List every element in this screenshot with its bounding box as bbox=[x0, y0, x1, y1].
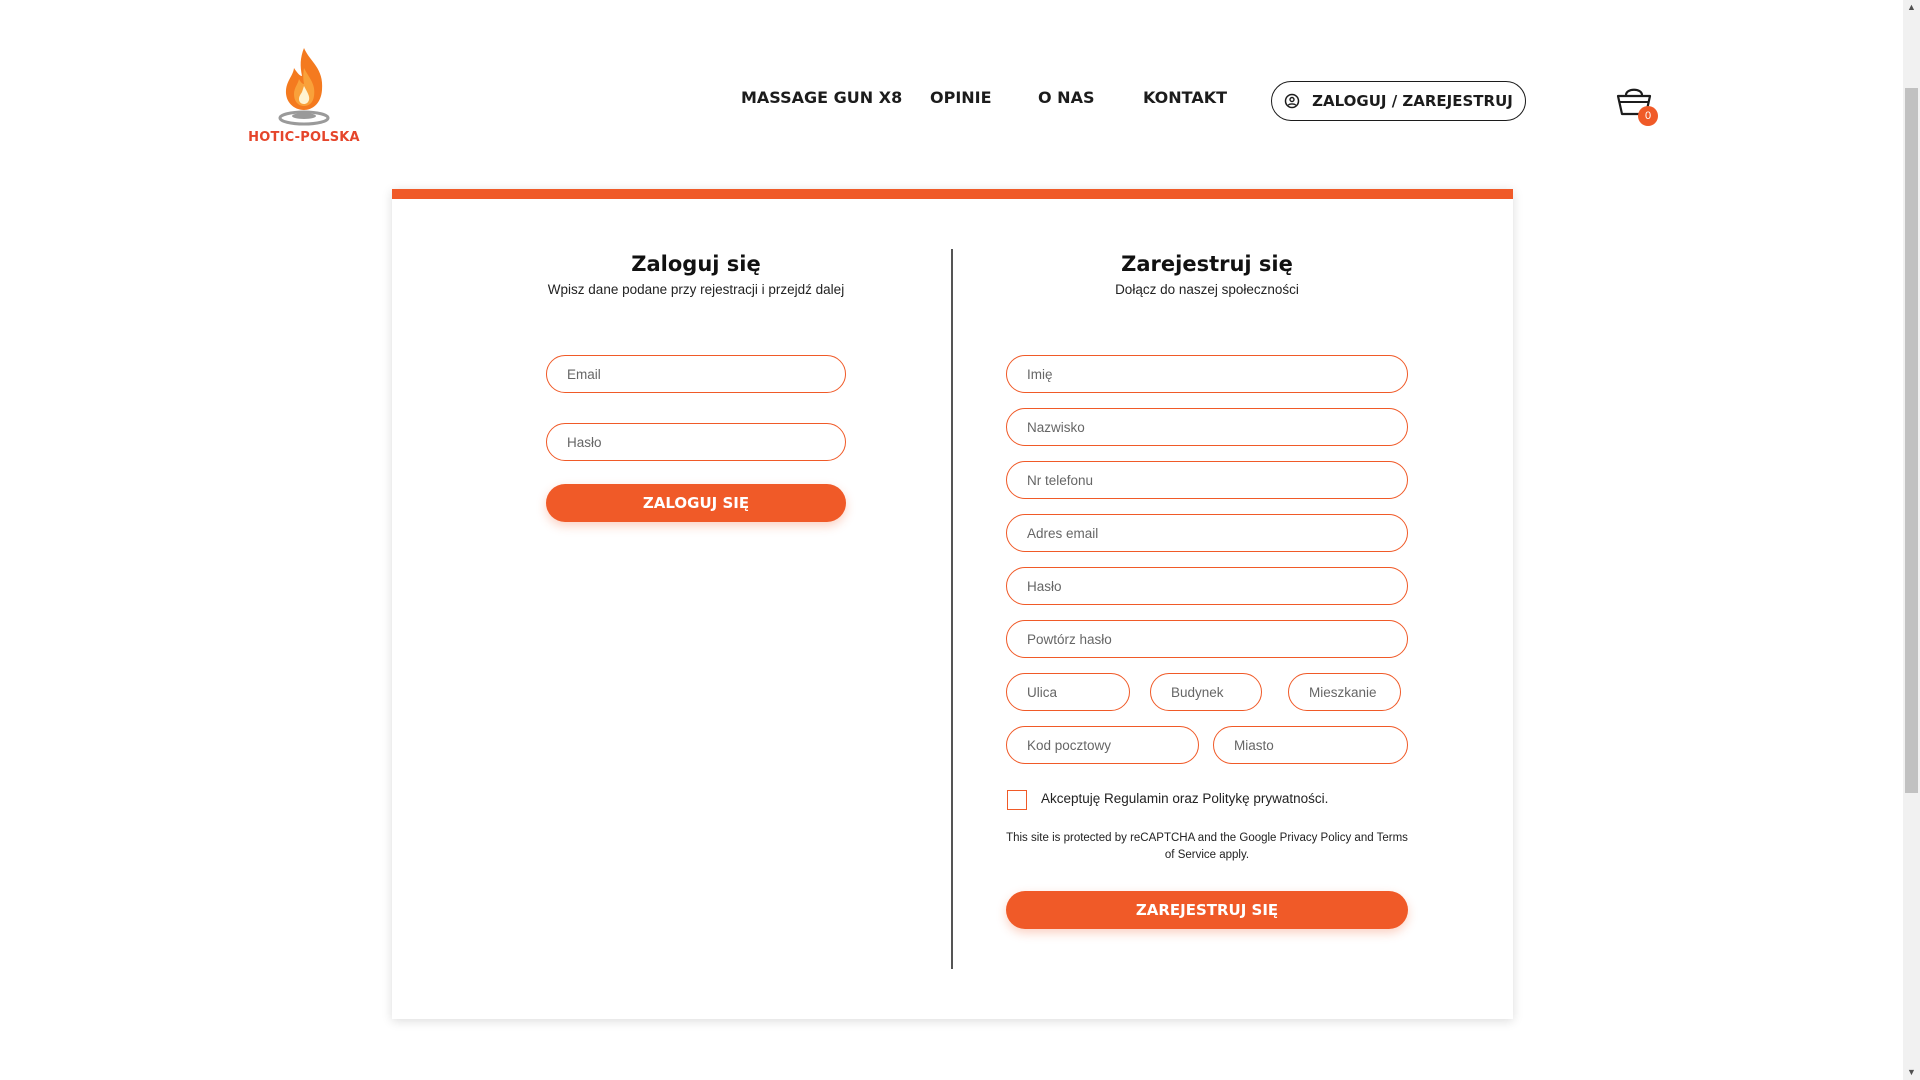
terms-checkbox[interactable] bbox=[1007, 790, 1027, 810]
login-email-input[interactable] bbox=[546, 355, 846, 393]
scroll-down-icon[interactable]: ▼ bbox=[1907, 1068, 1916, 1077]
login-password-input[interactable] bbox=[546, 423, 846, 461]
login-register-label: ZALOGUJ / ZAREJESTRUJ bbox=[1312, 92, 1513, 110]
page-scrollbar[interactable]: ▲ ▼ bbox=[1903, 0, 1920, 1080]
register-subtitle: Dołącz do naszej społeczności bbox=[1115, 282, 1299, 297]
nav-item-kontakt[interactable]: KONTAKT bbox=[1143, 88, 1227, 107]
cart-count-badge: 0 bbox=[1638, 106, 1658, 126]
scroll-up-icon[interactable]: ▲ bbox=[1907, 3, 1916, 12]
logo-text: HOTIC-POLSKA bbox=[248, 130, 360, 145]
cart-button[interactable]: 0 bbox=[1614, 80, 1658, 126]
building-input[interactable] bbox=[1150, 673, 1262, 711]
register-email-input[interactable] bbox=[1006, 514, 1408, 552]
postcode-input[interactable] bbox=[1006, 726, 1199, 764]
nav-item-opinie[interactable]: OPINIE bbox=[930, 88, 992, 107]
terms-label[interactable]: Akceptuję Regulamin oraz Politykę prywat… bbox=[1041, 791, 1328, 806]
register-title: Zarejestruj się bbox=[1121, 252, 1293, 276]
nav-item-massage-gun[interactable]: MASSAGE GUN X8 bbox=[741, 88, 902, 107]
first-name-input[interactable] bbox=[1006, 355, 1408, 393]
city-input[interactable] bbox=[1213, 726, 1408, 764]
phone-input[interactable] bbox=[1006, 461, 1408, 499]
last-name-input[interactable] bbox=[1006, 408, 1408, 446]
login-submit-button[interactable]: ZALOGUJ SIĘ bbox=[546, 484, 846, 522]
login-register-button[interactable]: ZALOGUJ / ZAREJESTRUJ bbox=[1271, 81, 1526, 121]
nav-item-o-nas[interactable]: O NAS bbox=[1038, 88, 1094, 107]
register-password-input[interactable] bbox=[1006, 567, 1408, 605]
user-circle-icon bbox=[1284, 93, 1300, 109]
column-divider bbox=[951, 249, 953, 969]
street-input[interactable] bbox=[1006, 673, 1130, 711]
repeat-password-input[interactable] bbox=[1006, 620, 1408, 658]
register-submit-button[interactable]: ZAREJESTRUJ SIĘ bbox=[1006, 891, 1408, 929]
site-logo[interactable]: HOTIC-POLSKA bbox=[248, 46, 360, 150]
flame-logo-icon bbox=[278, 48, 330, 126]
login-title: Zaloguj się bbox=[631, 252, 761, 276]
recaptcha-notice: This site is protected by reCAPTCHA and … bbox=[1006, 832, 1408, 861]
scrollbar-thumb[interactable] bbox=[1905, 88, 1918, 793]
apartment-input[interactable] bbox=[1288, 673, 1401, 711]
login-subtitle: Wpisz dane podane przy rejestracji i prz… bbox=[547, 282, 845, 297]
